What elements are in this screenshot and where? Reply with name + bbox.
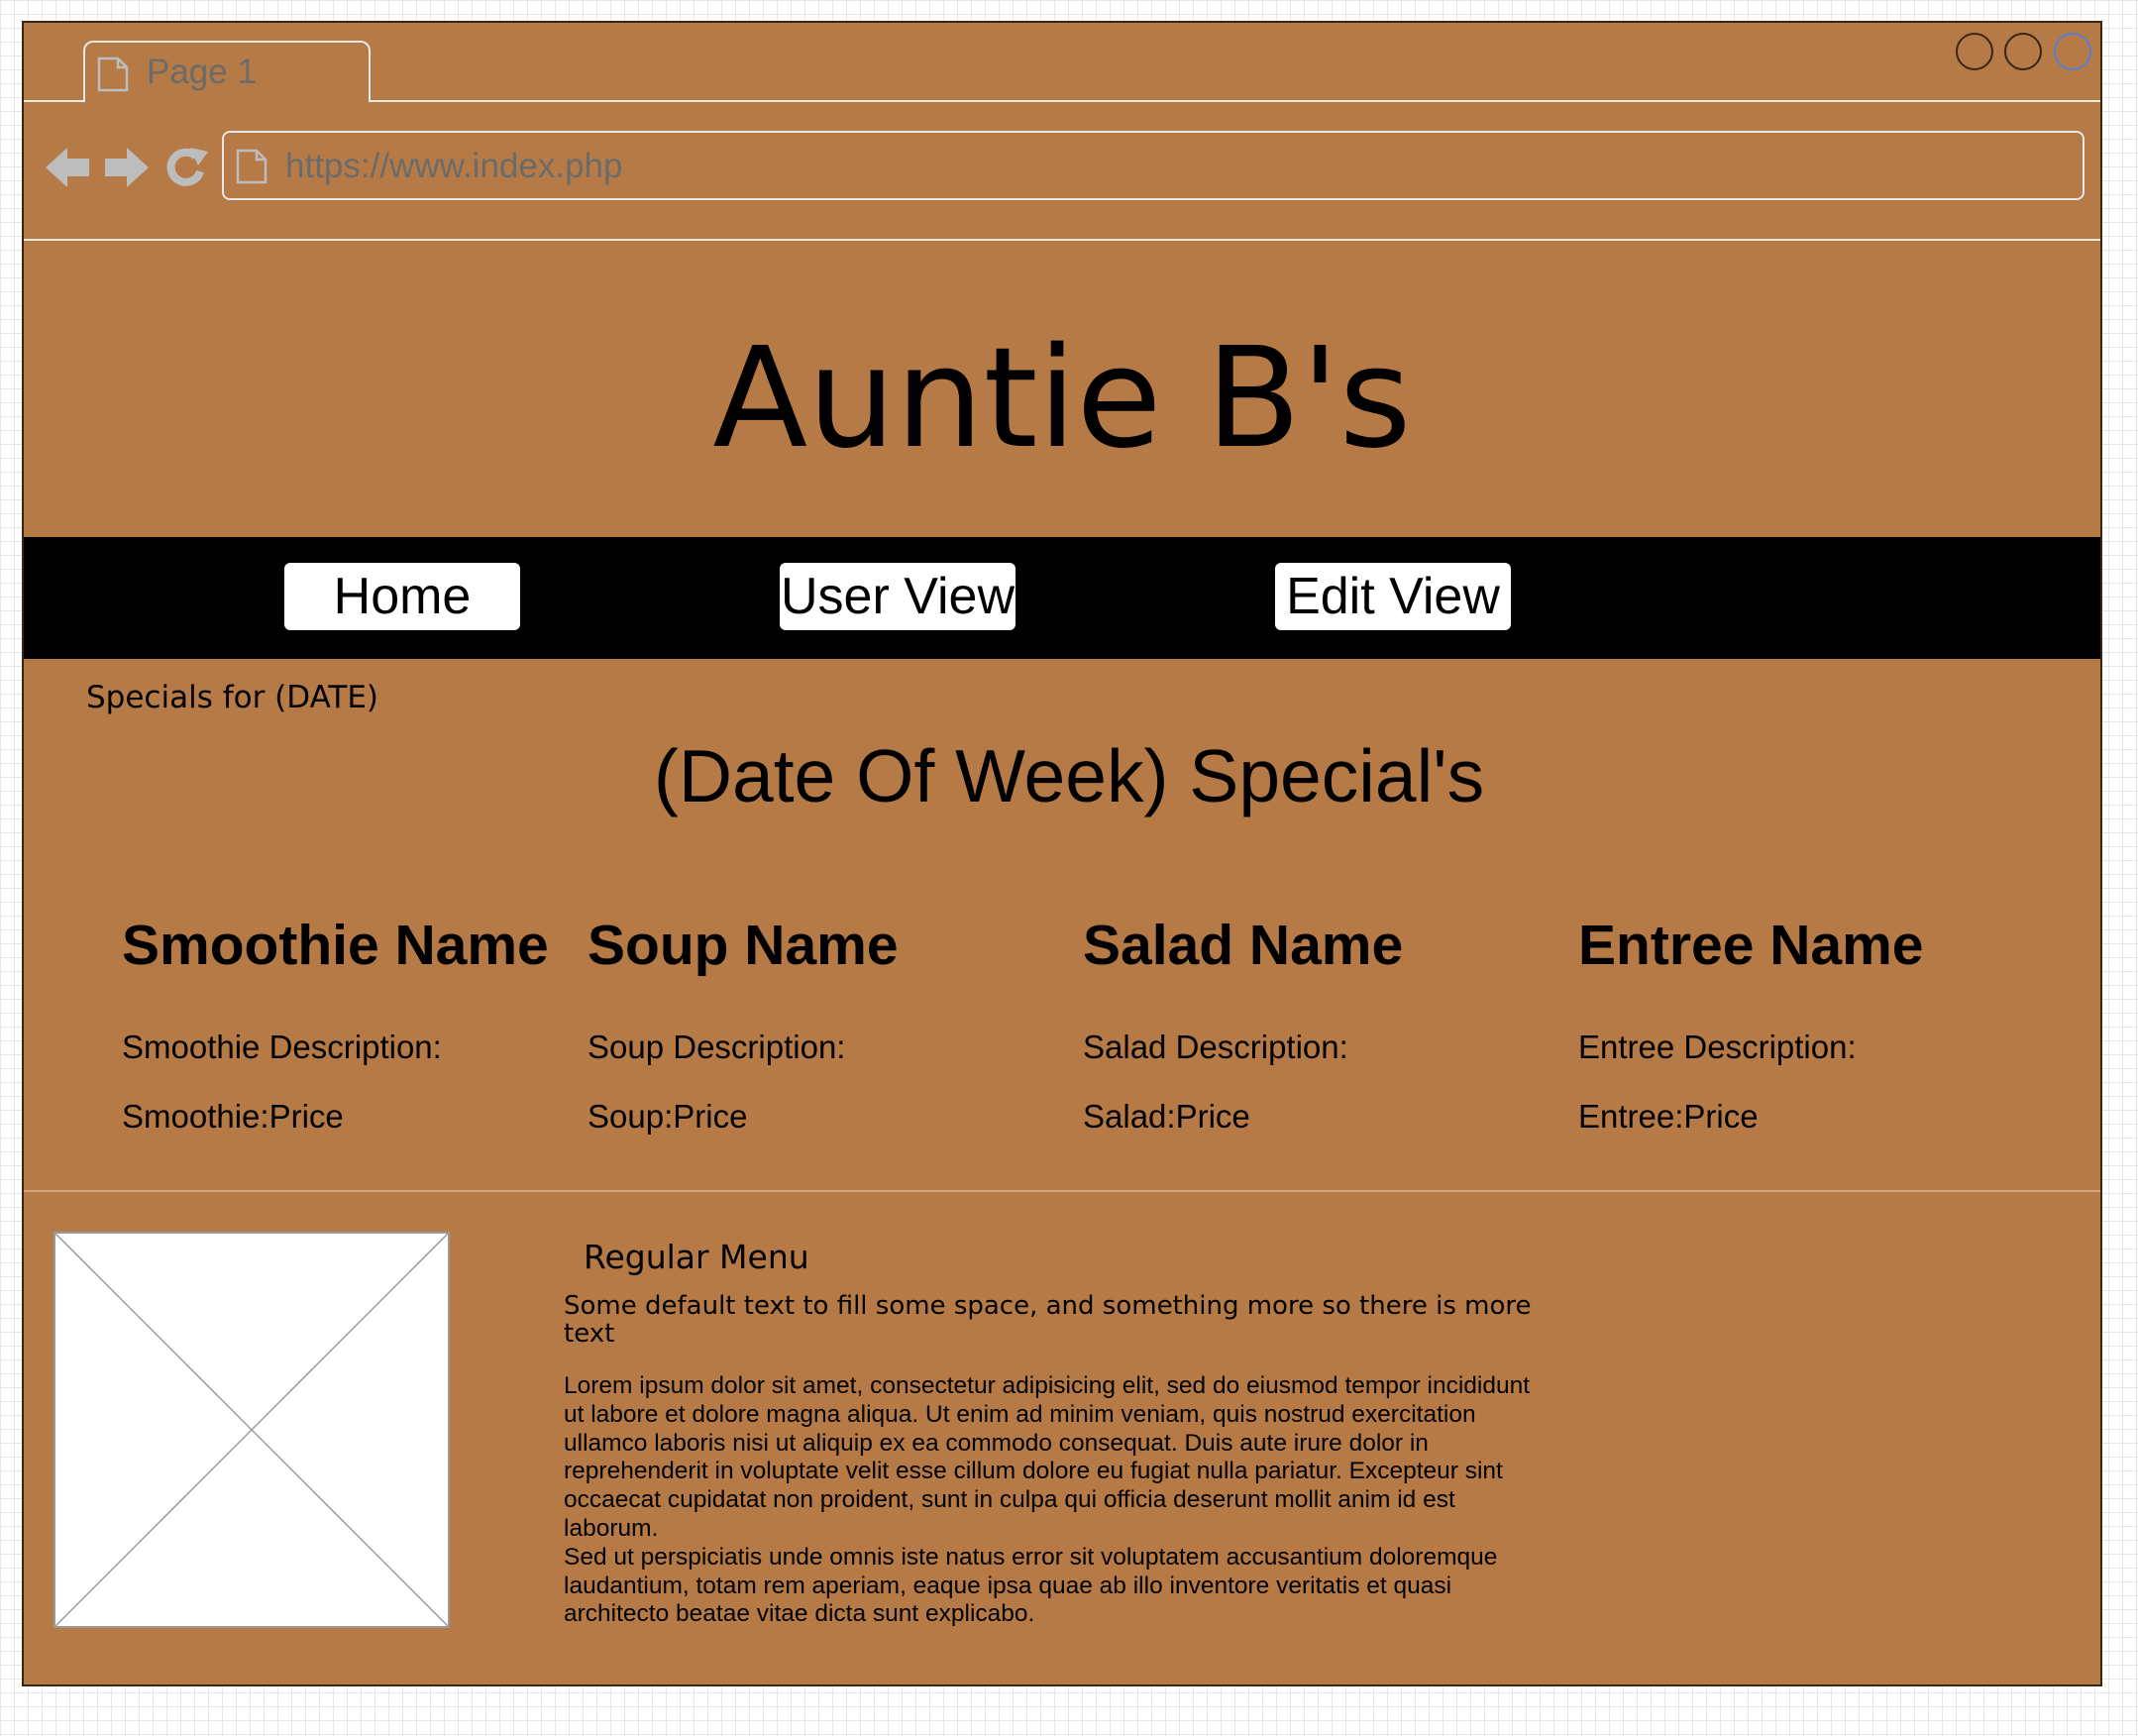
special-item-entree: Entree Name Entree Description: Entree:P… <box>1578 914 1924 1135</box>
back-arrow-icon[interactable] <box>44 144 91 191</box>
browser-tab[interactable]: Page 1 <box>83 41 371 102</box>
special-item-name: Soup Name <box>588 914 899 977</box>
special-item-description: Salad Description: <box>1083 1029 1348 1065</box>
special-item-price: Smoothie:Price <box>122 1098 344 1135</box>
page-icon <box>236 149 267 189</box>
minimize-window-button[interactable] <box>1956 33 1993 70</box>
special-item-soup: Soup Name Soup Description: Soup:Price <box>588 914 899 1135</box>
page-icon <box>97 56 129 97</box>
tab-label: Page 1 <box>147 53 257 91</box>
special-item-salad: Salad Name Salad Description: Salad:Pric… <box>1083 914 1404 1135</box>
specials-date-label: Specials for (DATE) <box>86 680 379 715</box>
regular-menu-intro: Some default text to fill some space, an… <box>564 1291 1532 1349</box>
special-item-smoothie: Smoothie Name Smoothie Description: Smoo… <box>122 914 549 1135</box>
nav-bar: Home User View Edit View <box>24 537 2100 659</box>
maximize-window-button[interactable] <box>2004 33 2042 70</box>
reload-icon[interactable] <box>162 144 210 191</box>
section-divider <box>24 1190 2100 1192</box>
address-bar-divider <box>24 239 2100 241</box>
regular-menu-title: Regular Menu <box>584 1238 809 1276</box>
image-placeholder-icon <box>54 1233 449 1627</box>
special-item-price: Salad:Price <box>1083 1098 1250 1135</box>
address-bar[interactable]: https://www.index.php <box>222 131 2085 200</box>
special-item-description: Soup Description: <box>588 1029 846 1065</box>
special-item-name: Smoothie Name <box>122 914 549 977</box>
special-item-name: Salad Name <box>1083 914 1404 977</box>
forward-arrow-icon[interactable] <box>103 144 151 191</box>
edit-view-button[interactable]: Edit View <box>1275 563 1511 630</box>
specials-heading: (Date Of Week) Special's <box>653 734 1485 817</box>
special-item-description: Entree Description: <box>1578 1029 1857 1065</box>
special-item-description: Smoothie Description: <box>122 1029 442 1065</box>
user-view-button[interactable]: User View <box>780 563 1016 630</box>
special-item-price: Entree:Price <box>1578 1098 1759 1135</box>
url-text[interactable]: https://www.index.php <box>285 147 622 186</box>
image-placeholder <box>53 1232 450 1628</box>
special-item-name: Entree Name <box>1578 914 1924 977</box>
site-title: Auntie B's <box>712 318 1412 480</box>
home-button[interactable]: Home <box>284 563 520 630</box>
special-item-price: Soup:Price <box>588 1098 748 1135</box>
regular-menu-body: Lorem ipsum dolor sit amet, consectetur … <box>564 1372 1531 1628</box>
close-window-button[interactable] <box>2054 33 2091 70</box>
browser-window: Page 1 https://www.index.php Auntie B's … <box>22 21 2102 1686</box>
